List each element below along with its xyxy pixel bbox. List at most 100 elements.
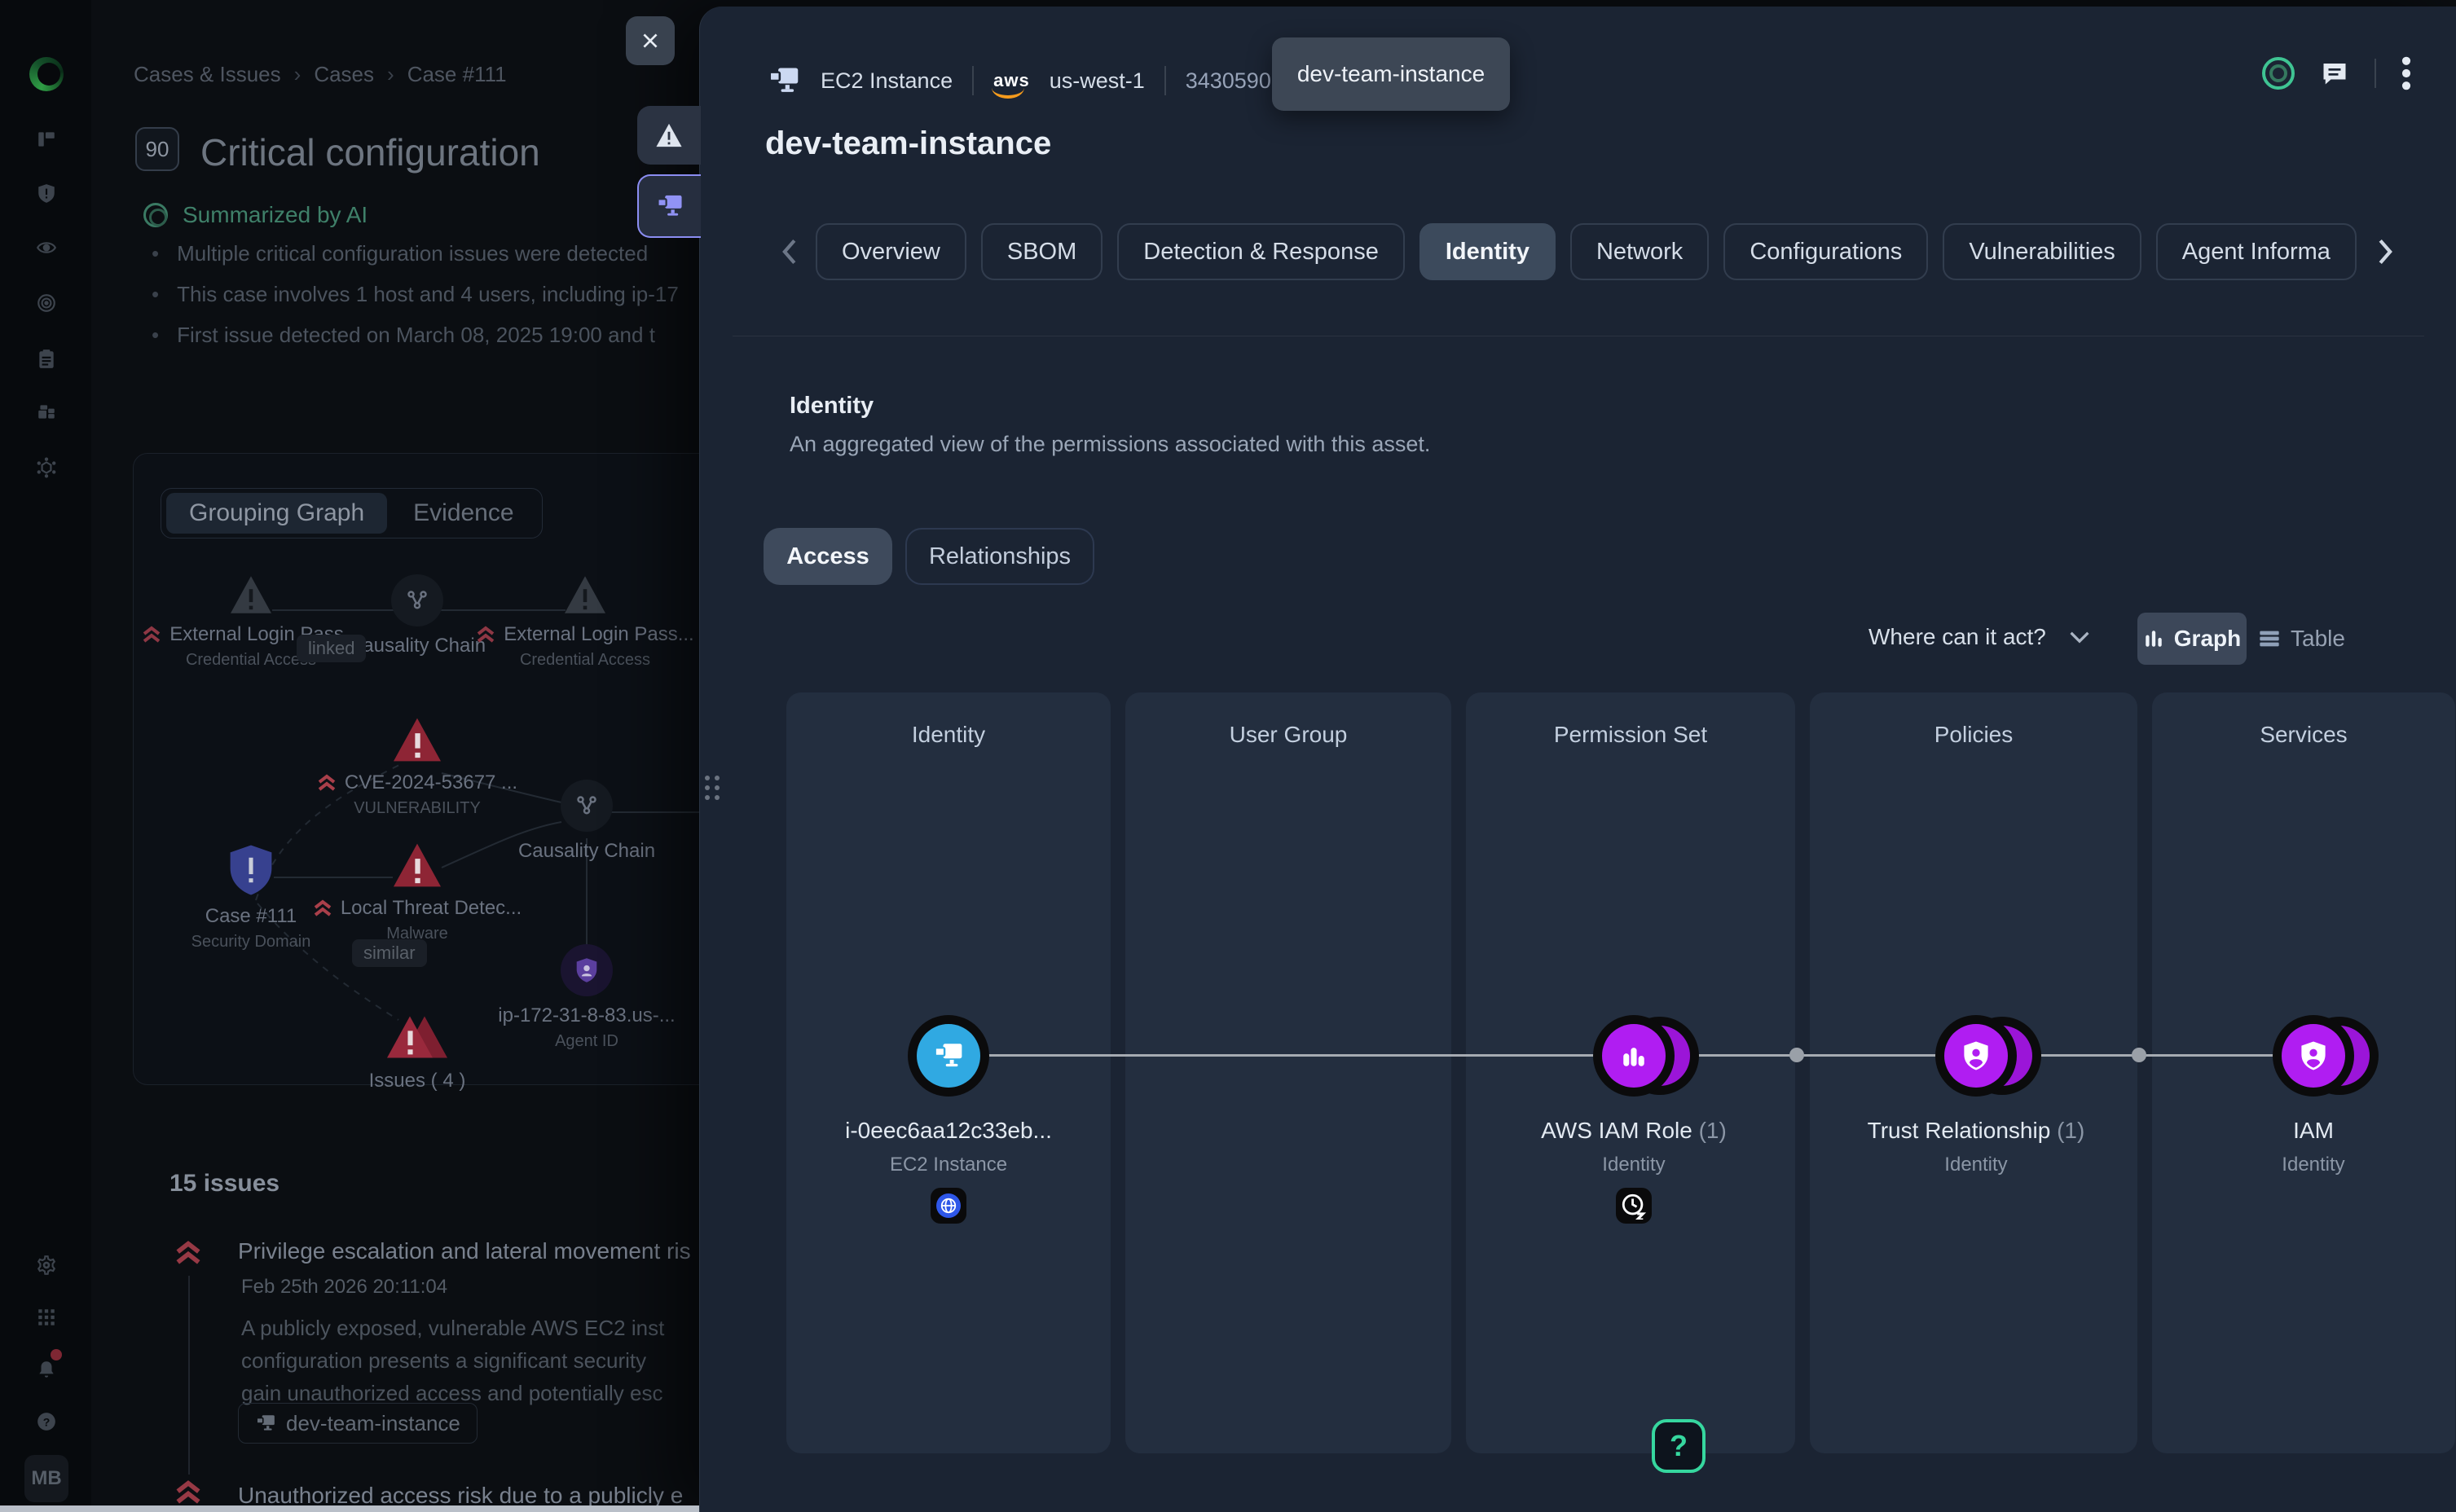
sidebar-item-graph-network-icon[interactable] — [36, 457, 57, 478]
severity-score-badge: 90 — [135, 127, 179, 171]
node-title: Local Threat Detec... — [341, 897, 522, 920]
help-question-icon[interactable]: ? — [36, 1411, 57, 1432]
tab-agent-information[interactable]: Agent Informa — [2156, 223, 2357, 280]
bar-chart-icon — [2143, 628, 2164, 649]
asset-header: EC2 Instance aws us-west-1 343059098 dev… — [767, 54, 1296, 108]
access-node-aws-iam-role[interactable]: AWS IAM Role (1) Identity — [1487, 1015, 1780, 1224]
grouping-graph-card: Grouping Graph Evidence External Login P… — [133, 453, 715, 1085]
tab-identity-selected[interactable]: Identity — [1419, 223, 1556, 280]
tab-vulnerabilities[interactable]: Vulnerabilities — [1943, 223, 2141, 280]
ai-summary-row: Summarized by AI — [143, 202, 368, 228]
help-button[interactable]: ? — [1652, 1419, 1706, 1473]
panel-header-actions — [2262, 55, 2412, 91]
kebab-menu-icon[interactable] — [2401, 55, 2412, 91]
node-subtitle: Security Domain — [191, 933, 311, 952]
chevron-down-icon — [2069, 631, 2090, 644]
node-title: Issues ( 4 ) — [369, 1070, 466, 1092]
ai-bullet: Multiple critical configuration issues w… — [152, 241, 648, 266]
notification-badge — [51, 1349, 62, 1360]
node-title: Causality Chain — [349, 635, 486, 657]
apps-grid-icon[interactable] — [36, 1307, 57, 1328]
globe-icon — [940, 1197, 957, 1215]
asset-name-tooltip: dev-team-instance — [1272, 37, 1510, 111]
node-title: Causality Chain — [518, 840, 655, 863]
section-description: An aggregated view of the permissions as… — [790, 432, 1430, 457]
panel-tab-alerts[interactable] — [637, 106, 701, 165]
sidebar-item-dashboard[interactable] — [36, 129, 57, 150]
tabs-scroll-left-icon[interactable] — [777, 238, 801, 266]
divider — [2375, 59, 2376, 88]
asset-tabs: Overview SBOM Detection & Response Ident… — [816, 223, 2369, 282]
asset-type-label: EC2 Instance — [821, 68, 953, 94]
severity-critical-icon — [174, 1479, 202, 1505]
notifications-bell-icon[interactable] — [36, 1359, 57, 1380]
settings-gear-icon[interactable] — [36, 1255, 57, 1276]
ai-assistant-icon[interactable] — [2262, 57, 2295, 90]
graph-node-issues[interactable]: Issues ( 4 ) — [311, 1014, 523, 1092]
identity-shield-icon — [2299, 1040, 2328, 1071]
app-logo[interactable] — [29, 57, 64, 91]
divider — [972, 66, 974, 95]
close-panel-button[interactable] — [626, 16, 675, 65]
warning-triangle-icon — [655, 122, 683, 148]
access-node-iam[interactable]: IAM Identity — [2167, 1015, 2456, 1176]
sidebar-item-cases-shield-icon[interactable] — [36, 182, 57, 204]
monitor-icon — [255, 1413, 276, 1433]
graph-node[interactable]: Causality Chain — [481, 780, 693, 863]
horizontal-scrollbar[interactable] — [0, 1505, 699, 1512]
tab-detection-response[interactable]: Detection & Response — [1117, 223, 1405, 280]
ec2-instance-icon — [932, 1041, 965, 1070]
panel-tab-asset-selected[interactable] — [637, 174, 701, 238]
table-view-button[interactable]: Table — [2258, 613, 2345, 665]
app-screen: Cases & Issues › Cases › Case #111 90 Cr… — [0, 0, 2456, 1512]
breadcrumb-cases-issues[interactable]: Cases & Issues — [134, 62, 281, 87]
main-sidebar: ? MB — [0, 0, 91, 1512]
close-icon — [640, 30, 661, 51]
case-page-background: Cases & Issues › Cases › Case #111 90 Cr… — [91, 0, 715, 1512]
sidebar-item-detections-target-icon[interactable] — [36, 292, 57, 314]
tabs-scroll-right-icon[interactable] — [2374, 238, 2398, 266]
dormant-identity-badge[interactable] — [1616, 1188, 1652, 1224]
where-can-it-act-dropdown[interactable]: Where can it act? — [1868, 624, 2090, 650]
graph-view-button-selected[interactable]: Graph — [2137, 613, 2247, 665]
node-subtitle: Agent ID — [555, 1032, 618, 1051]
node-title: Case #111 — [205, 905, 297, 928]
tab-sbom[interactable]: SBOM — [981, 223, 1103, 280]
tab-network[interactable]: Network — [1570, 223, 1709, 280]
tab-configurations[interactable]: Configurations — [1723, 223, 1928, 280]
breadcrumb-case-111[interactable]: Case #111 — [407, 62, 507, 87]
node-subtitle: Credential Access — [520, 651, 650, 670]
severity-critical-icon — [174, 1240, 202, 1266]
edge-dot — [2132, 1048, 2146, 1062]
sidebar-item-reports-clipboard-icon[interactable] — [36, 349, 57, 370]
user-avatar[interactable]: MB — [24, 1455, 68, 1502]
panel-drag-handle[interactable] — [705, 776, 723, 821]
node-subtitle: VULNERABILITY — [354, 799, 481, 818]
ai-summary-label: Summarized by AI — [183, 202, 368, 228]
access-node-trust-relationship[interactable]: Trust Relationship (1) Identity — [1829, 1015, 2123, 1176]
sidebar-item-inventory-blocks-icon[interactable] — [36, 402, 57, 423]
internet-exposed-badge[interactable] — [931, 1188, 966, 1224]
graph-node[interactable]: External Login Pass... Credential Access — [479, 574, 691, 670]
column-user-group: User Group — [1125, 692, 1451, 1453]
edge-dot — [1789, 1048, 1804, 1062]
comment-icon[interactable] — [2319, 59, 2350, 88]
edge-label-linked: linked — [297, 635, 366, 662]
breadcrumb: Cases & Issues › Cases › Case #111 — [134, 62, 507, 87]
issue-title[interactable]: Privilege escalation and lateral movemen… — [238, 1238, 691, 1264]
edge-label-similar: similar — [352, 939, 427, 967]
toggle-relationships[interactable]: Relationships — [905, 528, 1094, 585]
svg-text:?: ? — [43, 1415, 51, 1428]
node-title: External Login Pass... — [504, 623, 693, 646]
region-label: us-west-1 — [1050, 68, 1145, 94]
toggle-access-selected[interactable]: Access — [764, 528, 892, 585]
sidebar-item-visibility-eye-icon[interactable] — [36, 237, 57, 258]
asset-tag-chip[interactable]: dev-team-instance — [238, 1403, 478, 1444]
access-node-ec2-instance[interactable]: i-0eec6aa12c33eb... EC2 Instance — [802, 1015, 1095, 1224]
iam-role-icon — [1620, 1042, 1648, 1070]
asset-title: dev-team-instance — [765, 125, 1051, 162]
monitor-icon — [655, 193, 684, 219]
tab-overview[interactable]: Overview — [816, 223, 966, 280]
breadcrumb-separator: › — [387, 62, 394, 87]
breadcrumb-cases[interactable]: Cases — [314, 62, 374, 87]
